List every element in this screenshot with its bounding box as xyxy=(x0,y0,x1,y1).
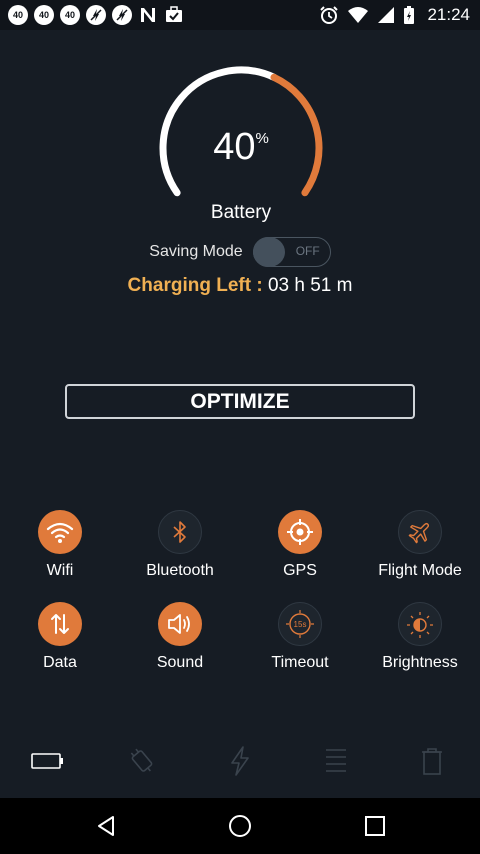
nav-recents-button[interactable] xyxy=(335,798,415,854)
flight-mode-label: Flight Mode xyxy=(378,562,462,579)
toggle-sound[interactable]: Sound xyxy=(120,602,240,672)
notification-badge: 40 xyxy=(8,5,28,25)
nav-home-button[interactable] xyxy=(200,798,280,854)
charging-left-value: 03 h 51 m xyxy=(267,275,353,296)
wifi-label: Wifi xyxy=(46,562,74,579)
status-bar: 40 40 40 21:24 xyxy=(0,0,480,30)
optimize-button[interactable]: OPTIMIZE xyxy=(65,384,415,419)
saving-mode-row: Saving Mode OFF xyxy=(0,235,480,269)
back-icon xyxy=(98,816,114,836)
battery-gauge: 40% Battery xyxy=(157,64,325,232)
gps-icon xyxy=(287,519,313,545)
trash-tab-icon xyxy=(422,748,442,775)
toggle-state: OFF xyxy=(295,244,320,258)
toggle-flight-mode[interactable]: Flight Mode xyxy=(360,510,480,580)
sync-off-icon xyxy=(86,5,106,25)
bottom-tab-bar xyxy=(0,738,480,784)
bluetooth-icon xyxy=(173,521,186,543)
timeout-toggle-circle: 15s xyxy=(278,602,322,646)
charging-left-label: Charging Left : xyxy=(127,275,263,296)
timer-text: 15s xyxy=(294,620,307,629)
sound-toggle-circle xyxy=(158,602,202,646)
battery-percent-value: 40 xyxy=(213,126,256,168)
battery-tab-icon xyxy=(31,753,63,769)
timeout-label: Timeout xyxy=(271,654,329,671)
data-toggle-circle xyxy=(38,602,82,646)
saving-mode-toggle[interactable]: OFF xyxy=(252,237,331,267)
data-arrows-icon xyxy=(51,614,69,634)
bluetooth-label: Bluetooth xyxy=(146,562,214,579)
tab-trash[interactable] xyxy=(402,738,462,784)
gps-toggle-circle xyxy=(278,510,322,554)
battery-percent: 40% xyxy=(157,126,325,169)
toggle-knob xyxy=(252,237,285,267)
bluetooth-toggle-circle xyxy=(158,510,202,554)
sync-off-icon xyxy=(112,5,132,25)
signal-icon xyxy=(378,7,395,23)
wifi-toggle-circle xyxy=(38,510,82,554)
tab-charge[interactable] xyxy=(112,738,172,784)
status-time: 21:24 xyxy=(427,5,470,24)
list-tab-icon xyxy=(326,749,346,772)
nav-back-button[interactable] xyxy=(66,798,146,854)
tab-boost[interactable] xyxy=(210,738,270,784)
tab-battery[interactable] xyxy=(18,738,78,784)
wifi-icon xyxy=(46,522,74,543)
tab-list[interactable] xyxy=(306,738,366,784)
toggle-bluetooth[interactable]: Bluetooth xyxy=(120,510,240,580)
toggle-brightness[interactable]: Brightness xyxy=(360,602,480,672)
n-icon xyxy=(141,8,155,22)
screen: 40 40 40 21:24 40% Battery Saving Mode O… xyxy=(0,0,480,854)
brightness-toggle-circle xyxy=(398,602,442,646)
airplane-icon xyxy=(408,522,430,544)
gps-label: GPS xyxy=(283,562,317,579)
charging-left: Charging Left : 03 h 51 m xyxy=(0,275,480,297)
home-icon xyxy=(229,815,251,837)
status-notifications: 40 40 40 xyxy=(0,5,184,25)
brightness-label: Brightness xyxy=(382,654,458,671)
recents-icon xyxy=(365,816,385,836)
toggle-wifi[interactable]: Wifi xyxy=(0,510,120,580)
boost-tab-icon xyxy=(231,746,249,776)
timer-icon: 15s xyxy=(286,610,314,638)
percent-sign: % xyxy=(255,130,269,147)
navigation-bar xyxy=(0,798,480,854)
flight-toggle-circle xyxy=(398,510,442,554)
saving-mode-label: Saving Mode xyxy=(149,243,243,260)
status-system: 21:24 xyxy=(319,5,480,25)
speaker-icon xyxy=(168,614,190,634)
toggle-data[interactable]: Data xyxy=(0,602,120,672)
brightness-icon xyxy=(407,612,433,638)
wifi-icon xyxy=(348,7,369,23)
toggle-gps[interactable]: GPS xyxy=(240,510,360,580)
alarm-icon xyxy=(320,6,339,24)
battery-label: Battery xyxy=(210,202,272,223)
battery-charging-icon xyxy=(404,6,415,24)
toggle-timeout[interactable]: 15s Timeout xyxy=(240,602,360,672)
notification-badge: 40 xyxy=(34,5,54,25)
charge-tab-icon xyxy=(130,748,153,772)
briefcase-icon xyxy=(166,6,182,22)
notification-badge: 40 xyxy=(60,5,80,25)
data-label: Data xyxy=(43,654,77,671)
sound-label: Sound xyxy=(156,654,204,671)
